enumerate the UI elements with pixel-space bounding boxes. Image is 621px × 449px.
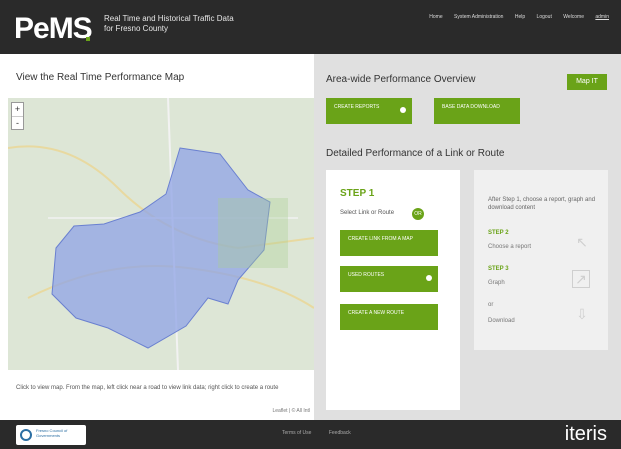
user-link[interactable]: admin (595, 14, 609, 20)
step2-title: STEP 2 (488, 230, 509, 236)
steps-card: After Step 1, choose a report, graph and… (474, 170, 608, 350)
overview-title: Area-wide Performance Overview (326, 74, 476, 85)
top-header: PeMS Real Time and Historical Traffic Da… (0, 0, 621, 54)
map-it-button[interactable]: Map IT (567, 74, 607, 90)
create-link-button[interactable]: CREATE LINK FROM A MAP (340, 230, 438, 256)
select-link-text: Select Link or Route (340, 210, 395, 216)
used-routes-button[interactable]: USED ROUTES (340, 266, 438, 292)
graph-icon: ↗ (572, 270, 590, 288)
performance-map[interactable]: + - (8, 98, 314, 370)
map-title: View the Real Time Performance Map (16, 72, 185, 83)
welcome-text: Welcome (563, 14, 584, 20)
step1-title: STEP 1 (340, 188, 375, 199)
feedback-link[interactable]: Feedback (329, 430, 351, 436)
base-data-download-label: BASE DATA DOWNLOAD (442, 104, 500, 110)
create-reports-button[interactable]: CREATE REPORTS (326, 98, 412, 124)
step1-card: STEP 1 Select Link or Route OR CREATE LI… (326, 170, 460, 410)
fresno-cog-logo[interactable]: Fresno Council of Governments (16, 425, 86, 445)
zoom-control: + - (11, 102, 24, 130)
after-step1-text: After Step 1, choose a report, graph and… (488, 197, 596, 211)
create-reports-label: CREATE REPORTS (334, 104, 380, 110)
gear-icon (426, 275, 432, 281)
right-panel: Area-wide Performance Overview Map IT CR… (314, 54, 621, 420)
nav-logout[interactable]: Logout (537, 14, 552, 20)
top-nav: Home System Administration Help Logout W… (419, 14, 609, 20)
detailed-title: Detailed Performance of a Link or Route (326, 148, 505, 159)
cursor-icon: ↖ (576, 234, 588, 250)
download-text: Download (488, 318, 515, 324)
subtitle-line-1: Real Time and Historical Traffic Data (104, 14, 234, 23)
nav-system-admin[interactable]: System Administration (454, 14, 503, 20)
cog-logo-text: Fresno Council of Governments (36, 428, 68, 438)
or-badge: OR (412, 208, 424, 220)
create-route-label: CREATE A NEW ROUTE (348, 310, 405, 316)
step2-subtitle: Choose a report (488, 244, 532, 250)
map-caption: Click to view map. From the map, left cl… (16, 385, 279, 391)
nav-home[interactable]: Home (429, 14, 442, 20)
iteris-logo[interactable]: iteris (565, 423, 607, 446)
step3-title: STEP 3 (488, 266, 509, 272)
zoom-out-button[interactable]: - (16, 118, 19, 128)
create-route-button[interactable]: CREATE A NEW ROUTE (340, 304, 438, 330)
footer-links: Terms of Use Feedback (282, 430, 367, 436)
graph-text: Graph (488, 280, 505, 286)
subtitle-line-2: for Fresno County (104, 24, 169, 33)
logo-dot (86, 37, 90, 41)
download-icon: ⇩ (576, 306, 588, 322)
gear-icon (400, 107, 406, 113)
map-attribution[interactable]: Leaflet | © All Intl (272, 408, 310, 414)
or-text: or (488, 302, 494, 308)
terms-link[interactable]: Terms of Use (282, 430, 311, 436)
cog-logo-icon (20, 429, 32, 441)
create-link-label: CREATE LINK FROM A MAP (348, 236, 413, 242)
pems-logo[interactable]: PeMS (14, 12, 93, 46)
footer: Fresno Council of Governments Terms of U… (0, 420, 621, 449)
map-panel: View the Real Time Performance Map + - C… (8, 54, 314, 420)
map-svg (8, 98, 314, 370)
base-data-download-button[interactable]: BASE DATA DOWNLOAD (434, 98, 520, 124)
used-routes-label: USED ROUTES (348, 272, 385, 278)
header-subtitle: Real Time and Historical Traffic Data fo… (104, 14, 234, 34)
zoom-in-button[interactable]: + (12, 103, 23, 117)
nav-help[interactable]: Help (515, 14, 525, 20)
